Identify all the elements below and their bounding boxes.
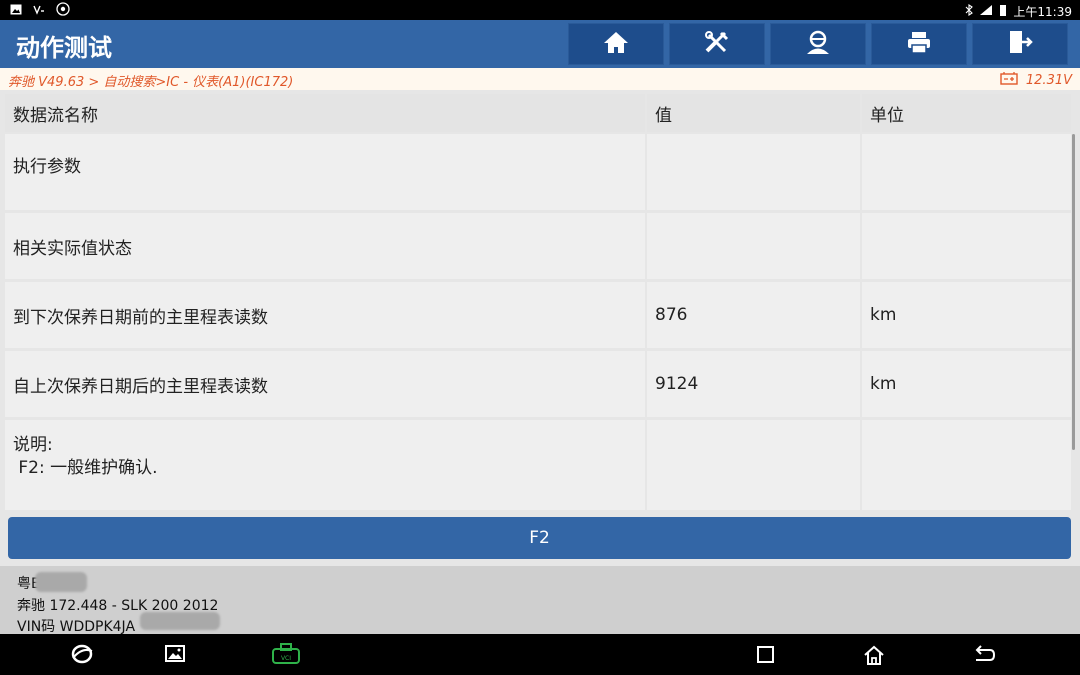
row-name: 到下次保养日期前的主里程表读数: [5, 282, 645, 348]
home-icon: [603, 30, 629, 58]
table-row-note: 说明: F2: 一般维护确认.: [5, 420, 1073, 510]
bluetooth-icon: [965, 3, 974, 19]
diagnostic-tool-button[interactable]: [669, 23, 765, 65]
note-text: F2: 一般维护确认.: [13, 458, 158, 478]
print-button[interactable]: [871, 23, 967, 65]
page-title: 动作测试: [16, 34, 112, 62]
back-icon[interactable]: [972, 644, 996, 668]
row-name: 执行参数: [5, 134, 645, 210]
vin-number: VIN码 WDDPK4JA: [17, 619, 136, 635]
row-name: 自上次保养日期后的主里程表读数: [5, 351, 645, 417]
row-unit: km: [862, 282, 1071, 348]
row-unit: km: [862, 351, 1071, 417]
row-name: 相关实际值状态: [5, 213, 645, 279]
f2-button[interactable]: F2: [8, 517, 1071, 559]
navigation-bar: VCI: [0, 634, 1080, 675]
help-note: 说明: F2: 一般维护确认.: [5, 420, 645, 510]
signal-icon: [979, 4, 993, 19]
table-row[interactable]: 自上次保养日期后的主里程表读数 9124 km: [5, 351, 1073, 417]
column-header-unit: 单位: [862, 94, 1071, 132]
browser-icon[interactable]: [70, 643, 94, 669]
diagnostic-tool-icon: [703, 29, 731, 59]
row-value: [647, 420, 860, 510]
voicemail-icon: [32, 4, 46, 18]
clock: 上午11:39: [1013, 5, 1072, 19]
redacted-vin: [140, 612, 220, 630]
table-row[interactable]: 相关实际值状态: [5, 213, 1073, 279]
column-header-value: 值: [647, 94, 860, 132]
table-row[interactable]: 到下次保养日期前的主里程表读数 876 km: [5, 282, 1073, 348]
technician-icon: [804, 29, 832, 59]
status-bar: 上午11:39: [0, 0, 1080, 20]
vci-label: VCI: [281, 655, 291, 662]
column-header-name: 数据流名称: [5, 94, 645, 132]
home-button[interactable]: [568, 23, 664, 65]
voltage-value: 12.31V: [1025, 72, 1072, 88]
car-battery-icon: [1000, 71, 1018, 89]
row-value: 9124: [647, 351, 860, 417]
battery-icon: [999, 4, 1007, 19]
table-header: 数据流名称 值 单位: [5, 94, 1073, 132]
gallery-icon[interactable]: [165, 645, 185, 667]
breadcrumb: 奔驰 V49.63 > 自动搜索>IC - 仪表(A1)(IC172): [8, 75, 294, 90]
vci-icon[interactable]: VCI: [271, 643, 301, 669]
print-icon: [906, 30, 932, 58]
note-title: 说明:: [13, 435, 53, 455]
row-value: [647, 134, 860, 210]
row-value: [647, 213, 860, 279]
scrollbar[interactable]: [1072, 134, 1075, 450]
recent-apps-icon[interactable]: [757, 646, 775, 668]
exit-button[interactable]: [972, 23, 1068, 65]
row-unit: [862, 134, 1071, 210]
home-nav-icon[interactable]: [863, 644, 885, 670]
row-value: 876: [647, 282, 860, 348]
battery-voltage: 12.31V: [1000, 71, 1072, 89]
image-icon: [10, 4, 22, 18]
redacted-plate: [35, 572, 87, 592]
android-icon: [56, 2, 70, 19]
row-unit: [862, 213, 1071, 279]
table-row[interactable]: 执行参数: [5, 134, 1073, 210]
breadcrumb-bar: 奔驰 V49.63 > 自动搜索>IC - 仪表(A1)(IC172) 12.3…: [0, 68, 1080, 90]
technician-button[interactable]: [770, 23, 866, 65]
vehicle-info-panel: 粤E 奔驰 172.448 - SLK 200 2012 VIN码 WDDPK4…: [0, 566, 1080, 635]
title-bar: 动作测试: [0, 20, 1080, 68]
row-unit: [862, 420, 1071, 510]
exit-icon: [1007, 29, 1033, 59]
